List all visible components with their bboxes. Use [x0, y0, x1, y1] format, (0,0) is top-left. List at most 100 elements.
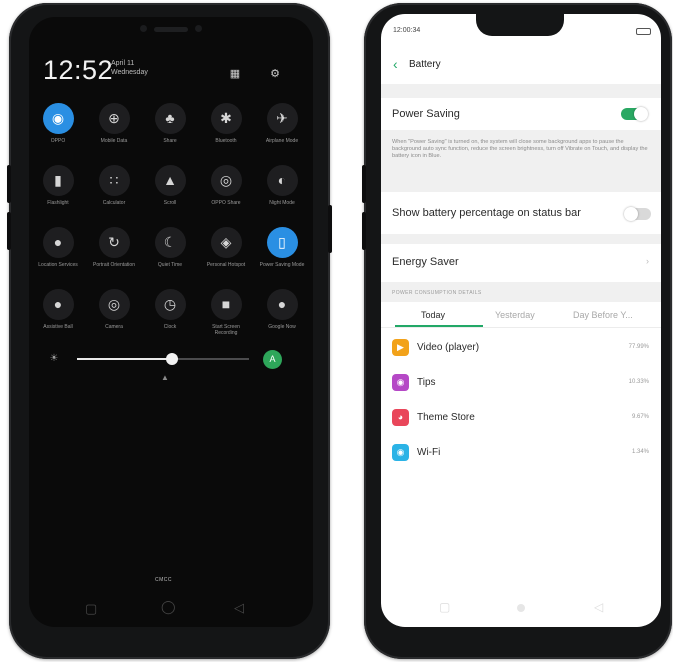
quick-settings-screen: 12:52 April 11 Wednesday ▦ ⚙ ◉ OPPO ⊕ Mobil…	[29, 17, 313, 627]
nav-recents-icon[interactable]: ▢	[85, 601, 97, 617]
brightness-control: ☀ A	[35, 350, 295, 370]
quick-tile[interactable]: ✈ Airplane Mode	[258, 103, 306, 161]
moon-icon: ☾	[154, 227, 186, 258]
video-player-icon: ▶	[392, 339, 409, 356]
volume-down-key	[7, 212, 11, 250]
right-volume-up-key	[362, 165, 366, 203]
settings-gear-icon[interactable]: ⚙	[267, 66, 283, 82]
tab-divider	[381, 327, 661, 328]
quick-tile[interactable]: ☾ Quiet Time	[146, 227, 194, 285]
edit-tiles-icon[interactable]: ▦	[227, 66, 243, 82]
power-saving-description: When "Power Saving" is turned on, the sy…	[392, 139, 648, 159]
power-key	[328, 205, 332, 253]
quick-tile[interactable]: ▲ Scroll	[146, 165, 194, 223]
app-header: ‹ Battery	[381, 50, 661, 80]
display-notch	[476, 14, 564, 36]
quick-tile-label: Quiet Time	[157, 262, 183, 268]
collapse-chevron-icon[interactable]: ▲	[161, 373, 169, 382]
tab-day-before-yesterday[interactable]: Day Before Y...	[573, 310, 633, 320]
quick-tile[interactable]: ∷ Calculator	[90, 165, 138, 223]
clock-date: April 11 Wednesday	[111, 59, 148, 77]
app-percentage: 10.33%	[628, 379, 649, 385]
power-saving-row[interactable]: Power Saving	[381, 98, 661, 130]
app-consumption-row[interactable]: ◕ Theme Store 9.67%	[381, 404, 661, 434]
quick-tile-label: Mobile Data	[100, 138, 128, 144]
quick-tile-label: Location Services	[38, 262, 78, 268]
quick-tile[interactable]: ◷ Clock	[146, 289, 194, 347]
show-percentage-label: Show battery percentage on status bar	[392, 207, 581, 219]
brightness-slider[interactable]	[77, 353, 249, 365]
theme-store-icon: ◕	[392, 409, 409, 426]
quick-tile-label: Portrait Orientation	[93, 262, 135, 268]
power-saving-toggle[interactable]	[621, 107, 648, 121]
quick-tile[interactable]: ▯ Power Saving Mode	[258, 227, 306, 285]
quick-tile[interactable]: ■ Start Screen Recording	[202, 289, 250, 347]
tab-today[interactable]: Today	[421, 310, 445, 320]
microphone-icon: ●	[266, 289, 298, 320]
nav-home-icon[interactable]	[517, 604, 525, 612]
app-consumption-row[interactable]: ◉ Tips 10.33%	[381, 369, 661, 399]
energy-saver-row[interactable]: Energy Saver ›	[381, 244, 661, 282]
device-showcase: 12:52 April 11 Wednesday ▦ ⚙ ◉ OPPO ⊕ Mobil…	[0, 0, 673, 662]
page-title: Battery	[409, 59, 441, 70]
quick-tile-label: Share	[163, 138, 177, 144]
night-mode-icon: ◐	[266, 165, 298, 196]
quick-tile[interactable]: ● Google Now	[258, 289, 306, 347]
proximity-sensor	[195, 25, 202, 32]
app-consumption-row[interactable]: ◉ Wi-Fi 1.34%	[381, 439, 661, 469]
wifi-icon: ◉	[42, 103, 74, 134]
brightness-thumb[interactable]	[165, 353, 178, 365]
oppo-share-icon: ◎	[210, 165, 242, 196]
show-percentage-row[interactable]: Show battery percentage on status bar	[381, 192, 661, 234]
brightness-fill	[77, 358, 172, 360]
clock-icon: ◷	[154, 289, 186, 320]
app-consumption-row[interactable]: ▶ Video (player) 77.99%	[381, 334, 661, 364]
hotspot-icon: ◈	[210, 227, 242, 258]
front-camera	[140, 25, 147, 32]
toggle-knob	[634, 107, 648, 121]
quick-tile[interactable]: ◎ Camera	[90, 289, 138, 347]
quick-tile-label: Scroll	[163, 200, 177, 206]
quick-tile[interactable]: ♣ Share	[146, 103, 194, 161]
wifi-app-icon: ◉	[392, 444, 409, 461]
show-percentage-toggle[interactable]	[624, 207, 651, 221]
app-name: Theme Store	[417, 412, 475, 423]
battery-settings-screen: 12:00:34 ‹ Battery Power Saving When "Po…	[381, 14, 661, 627]
tab-yesterday[interactable]: Yesterday	[495, 310, 535, 320]
status-bar-time: 12:00:34	[393, 27, 421, 34]
app-percentage: 77.99%	[628, 344, 649, 350]
date-day: April 11	[111, 60, 135, 67]
assistive-ball-icon: ●	[42, 289, 74, 320]
quick-tile[interactable]: ◉ OPPO	[34, 103, 82, 161]
chevron-right-icon: ›	[646, 256, 649, 266]
share-icon: ♣	[154, 103, 186, 134]
camera-icon: ◎	[98, 289, 130, 320]
power-saving-label: Power Saving	[392, 108, 460, 120]
screen-record-icon: ■	[210, 289, 242, 320]
quick-tile[interactable]: ◐ Night Mode	[258, 165, 306, 223]
nav-home-icon[interactable]: ◯	[161, 599, 176, 615]
quick-tile-label: Airplane Mode	[265, 138, 299, 144]
airplane-icon: ✈	[266, 103, 298, 134]
app-name: Tips	[417, 377, 436, 388]
quick-tile[interactable]: ↻ Portrait Orientation	[90, 227, 138, 285]
nav-back-icon[interactable]: ◁	[234, 600, 244, 616]
quick-tile-label: Start Screen Recording	[212, 324, 240, 336]
nav-recents-icon[interactable]: ▢	[439, 600, 450, 614]
app-name: Video (player)	[417, 342, 480, 353]
app-percentage: 1.34%	[631, 449, 649, 455]
quick-tile[interactable]: ✱ Bluetooth	[202, 103, 250, 161]
quick-tile[interactable]: ▮ Flashlight	[34, 165, 82, 223]
battery-saver-icon: ▯	[266, 227, 298, 258]
quick-tile-label: OPPO Share	[211, 200, 241, 206]
quick-tile[interactable]: ◎ OPPO Share	[202, 165, 250, 223]
quick-tile[interactable]: ⊕ Mobile Data	[90, 103, 138, 161]
quick-tile[interactable]: ● Assistive Ball	[34, 289, 82, 347]
toggle-knob	[624, 207, 638, 221]
nav-back-icon[interactable]: ◁	[594, 600, 603, 614]
back-arrow-icon[interactable]: ‹	[393, 56, 398, 72]
quick-tile[interactable]: ◈ Personal Hotspot	[202, 227, 250, 285]
quick-tile[interactable]: ● Location Services	[34, 227, 82, 285]
auto-brightness-button[interactable]: A	[263, 350, 282, 369]
clock-time: 12:52	[43, 55, 114, 85]
